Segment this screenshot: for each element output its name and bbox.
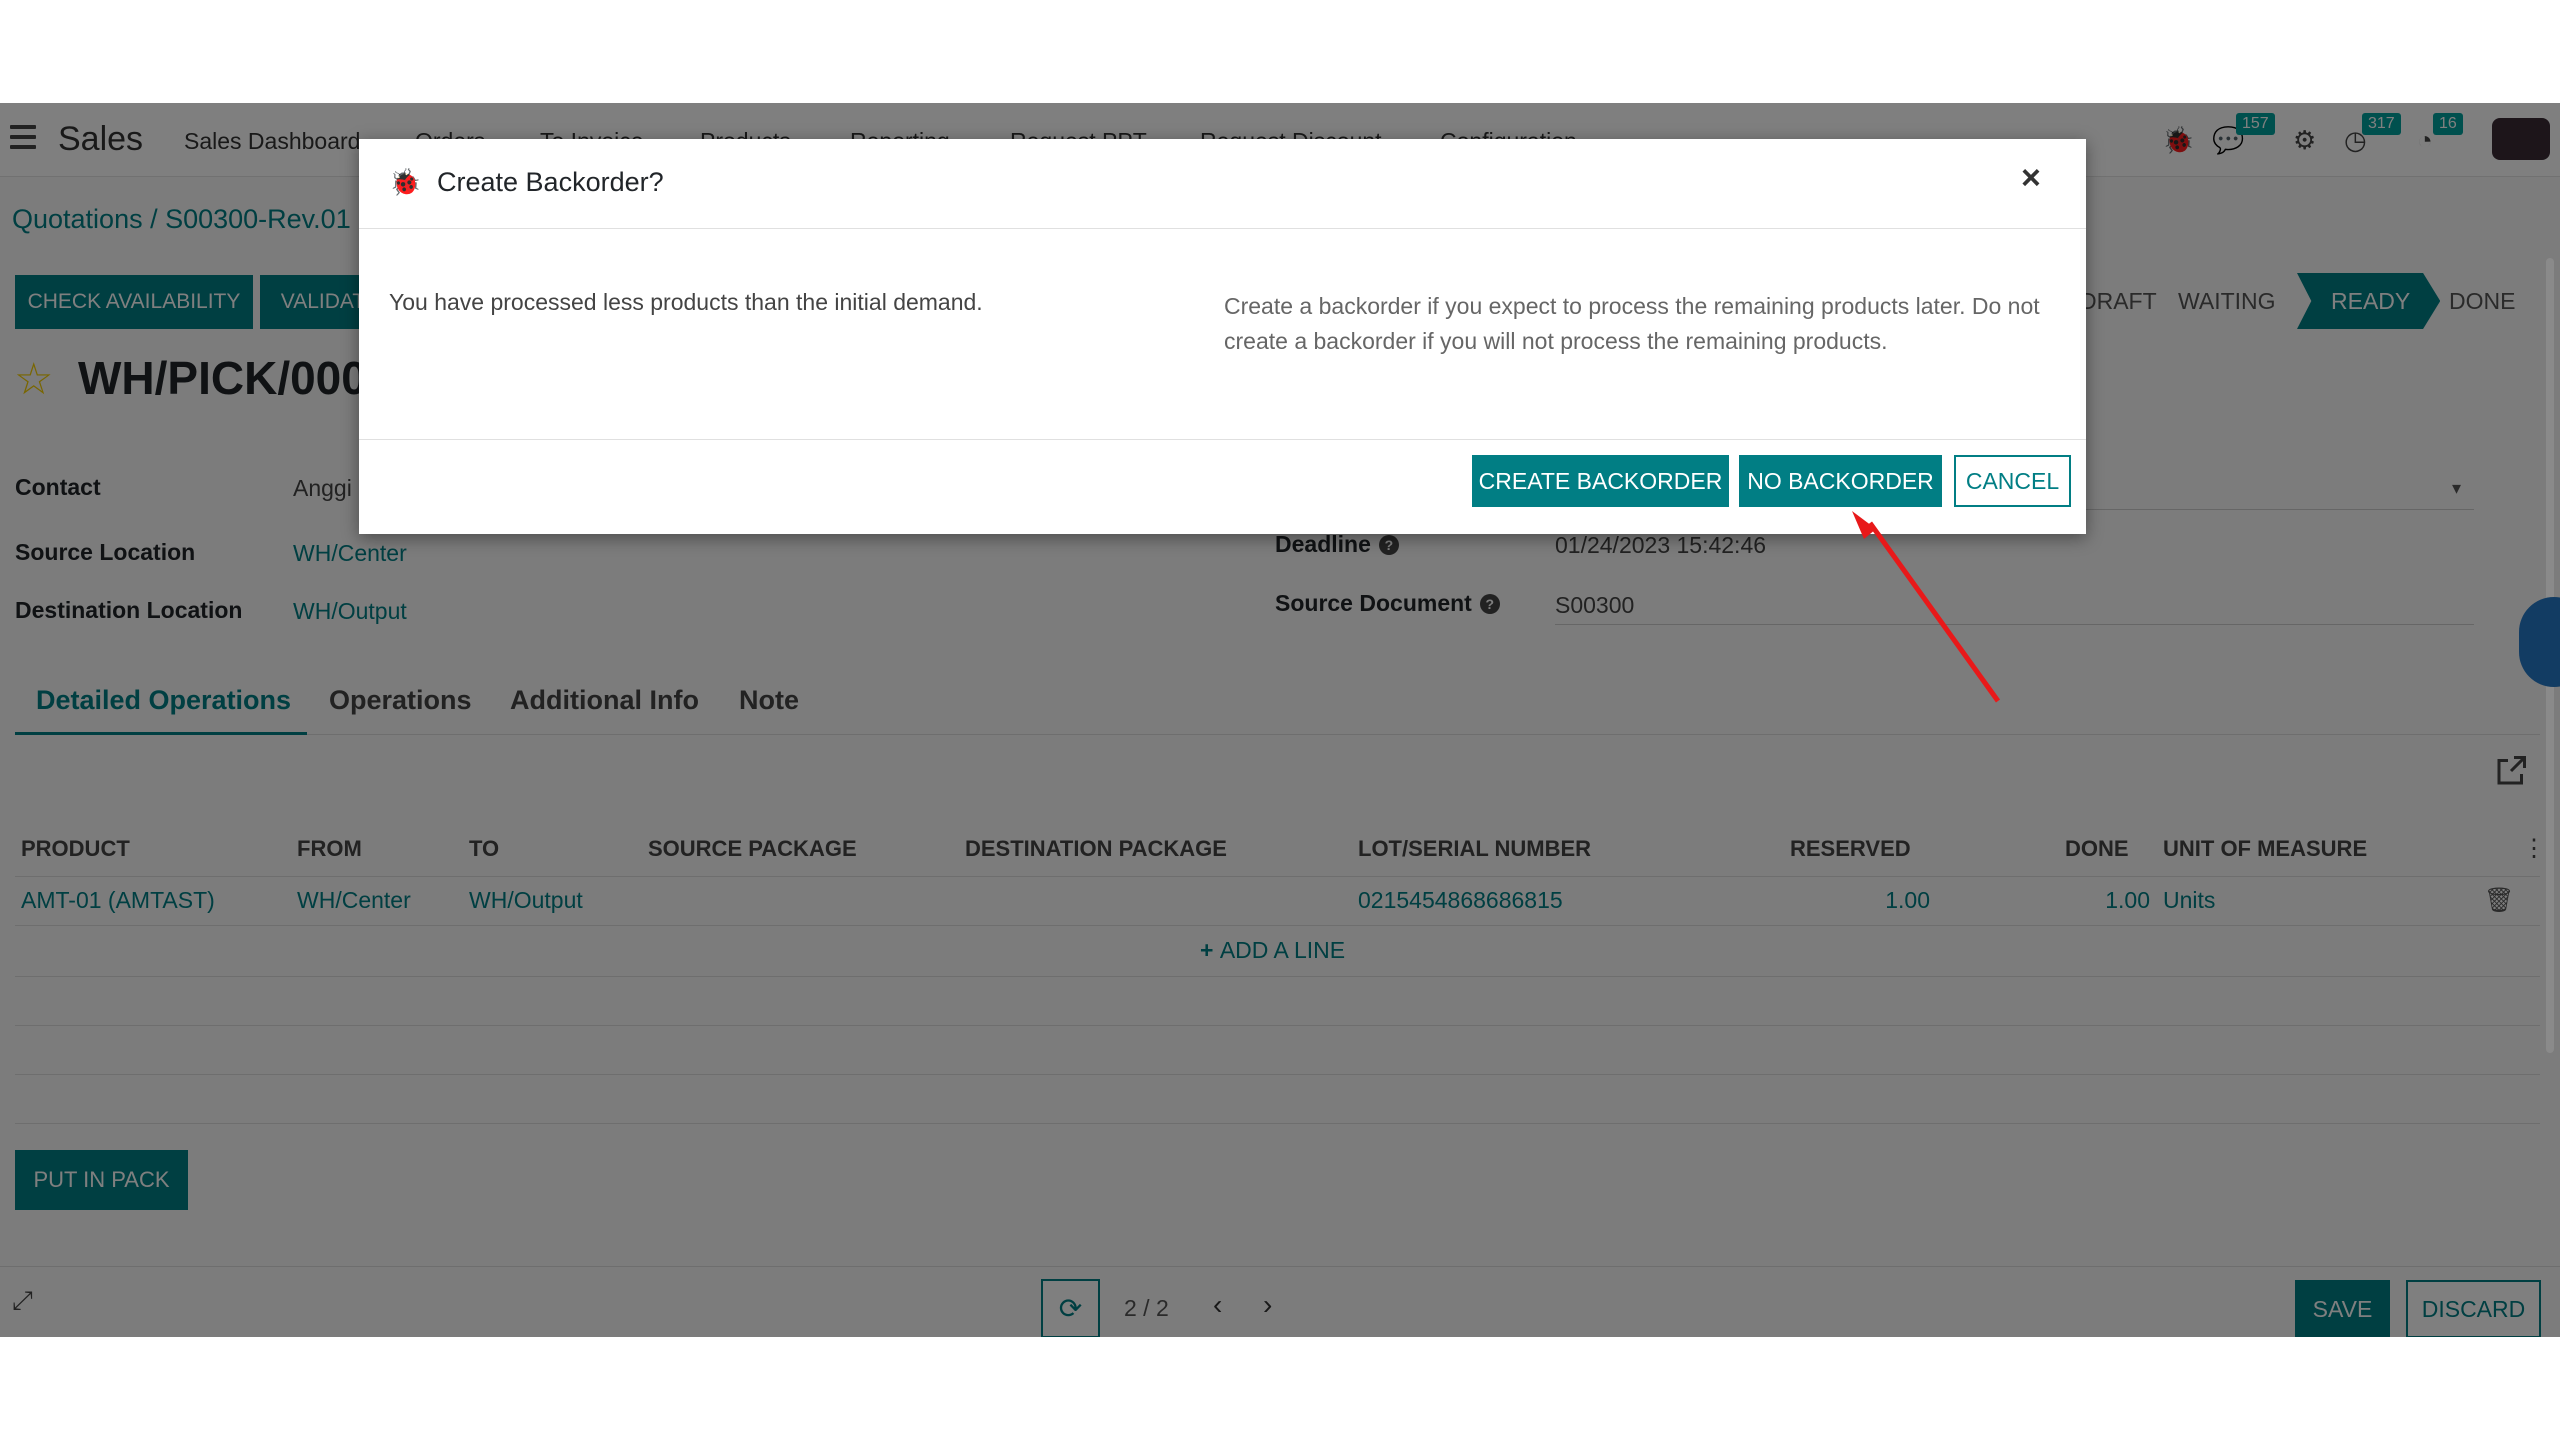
dialog-title: Create Backorder?: [437, 167, 664, 197]
bug-icon: 🐞: [389, 167, 422, 197]
dialog-help-text: Create a backorder if you expect to proc…: [1224, 293, 2040, 354]
cancel-button[interactable]: CANCEL: [1954, 455, 2071, 507]
screen: Sales Sales Dashboard Orders To Invoice …: [0, 0, 2560, 1440]
create-backorder-button[interactable]: CREATE BACKORDER: [1472, 455, 1729, 507]
dialog-message: You have processed less products than th…: [389, 289, 983, 315]
no-backorder-button[interactable]: NO BACKORDER: [1739, 455, 1942, 507]
dialog-footer: CREATE BACKORDER NO BACKORDER CANCEL: [359, 439, 2086, 534]
close-icon[interactable]: ×: [2021, 159, 2041, 198]
create-backorder-dialog: 🐞 Create Backorder? × You have processed…: [359, 139, 2086, 534]
odoo-window: Sales Sales Dashboard Orders To Invoice …: [0, 103, 2560, 1337]
dialog-header: 🐞 Create Backorder? ×: [359, 139, 2086, 229]
